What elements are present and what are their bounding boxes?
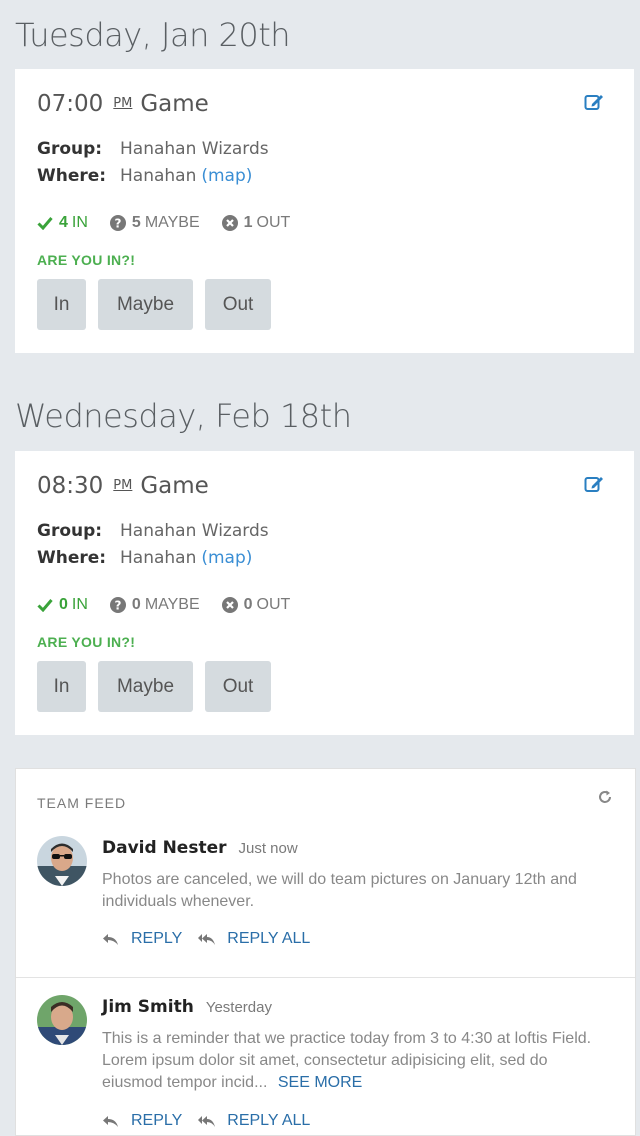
event-card: 08:30 PM Game Group: Hanahan Wizards Whe… (15, 451, 634, 735)
date-heading: Tuesday, Jan 20th (15, 16, 291, 54)
post-divider (16, 977, 635, 978)
where-label: Where: (37, 548, 107, 568)
post-actions: REPLY REPLY ALL (102, 930, 326, 948)
maybe-button[interactable]: Maybe (98, 661, 193, 712)
edit-icon[interactable] (584, 475, 604, 493)
avatar (37, 995, 87, 1045)
where-value: Hanahan (120, 548, 197, 568)
x-circle-icon (221, 597, 238, 613)
post-time: Yesterday (205, 999, 272, 1016)
team-feed: TEAM FEED David Nester Just now Photos a… (15, 768, 636, 1136)
post-body: This is a reminder that we practice toda… (102, 1028, 592, 1094)
event-card: 07:00 PM Game Group: Hanahan Wizards Whe… (15, 69, 634, 353)
in-button[interactable]: In (37, 279, 86, 330)
post-header: Jim Smith Yesterday (102, 997, 272, 1017)
event-ampm: PM (113, 478, 133, 493)
edit-icon[interactable] (584, 93, 604, 111)
post-author[interactable]: David Nester (102, 838, 227, 858)
check-icon (37, 598, 53, 612)
in-button[interactable]: In (37, 661, 86, 712)
event-name: Game (140, 473, 209, 499)
out-count: 1 OUT (221, 214, 290, 232)
event-ampm: PM (113, 96, 133, 111)
refresh-icon[interactable] (597, 789, 613, 805)
where-row: Where: Hanahan (map) (37, 166, 252, 186)
maybe-count: ? 0 MAYBE (109, 596, 200, 614)
where-label: Where: (37, 166, 107, 186)
rsvp-prompt: ARE YOU IN?! (37, 252, 136, 268)
post-time: Just now (238, 840, 298, 857)
post-body: Photos are canceled, we will do team pic… (102, 871, 577, 910)
reply-all-button[interactable]: REPLY ALL (198, 1112, 310, 1130)
group-value: Hanahan Wizards (120, 139, 269, 159)
where-value: Hanahan (120, 166, 197, 186)
see-more-link[interactable]: SEE MORE (278, 1074, 362, 1091)
maybe-button[interactable]: Maybe (98, 279, 193, 330)
reply-icon (103, 933, 118, 945)
event-title: 07:00 PM Game (37, 91, 209, 117)
event-title: 08:30 PM Game (37, 473, 209, 499)
event-name: Game (140, 91, 209, 117)
out-button[interactable]: Out (205, 279, 271, 330)
post-header: David Nester Just now (102, 838, 298, 858)
reply-button[interactable]: REPLY (102, 1112, 182, 1130)
svg-text:?: ? (114, 217, 121, 231)
x-circle-icon (221, 215, 238, 231)
rsvp-counts: 0 IN ? 0 MAYBE 0 OUT (37, 596, 312, 614)
check-icon (37, 216, 53, 230)
out-button[interactable]: Out (205, 661, 271, 712)
group-label: Group: (37, 139, 103, 159)
feed-title: TEAM FEED (37, 795, 127, 811)
post-author[interactable]: Jim Smith (102, 997, 194, 1017)
in-count: 4 IN (37, 214, 88, 232)
reply-icon (103, 1115, 118, 1127)
event-time: 08:30 (37, 473, 104, 499)
map-link[interactable]: (map) (201, 166, 252, 186)
reply-all-icon (198, 933, 216, 945)
maybe-count: ? 5 MAYBE (109, 214, 200, 232)
out-count: 0 OUT (221, 596, 290, 614)
reply-all-icon (198, 1115, 216, 1127)
post-actions: REPLY REPLY ALL (102, 1112, 326, 1130)
group-row: Group: Hanahan Wizards (37, 521, 269, 541)
where-row: Where: Hanahan (map) (37, 548, 252, 568)
rsvp-prompt: ARE YOU IN?! (37, 634, 136, 650)
reply-button[interactable]: REPLY (102, 930, 182, 948)
group-label: Group: (37, 521, 103, 541)
avatar (37, 836, 87, 886)
in-count: 0 IN (37, 596, 88, 614)
map-link[interactable]: (map) (201, 548, 252, 568)
rsvp-counts: 4 IN ? 5 MAYBE 1 OUT (37, 214, 312, 232)
reply-all-button[interactable]: REPLY ALL (198, 930, 310, 948)
event-time: 07:00 (37, 91, 104, 117)
group-value: Hanahan Wizards (120, 521, 269, 541)
group-row: Group: Hanahan Wizards (37, 139, 269, 159)
svg-text:?: ? (114, 599, 121, 613)
question-icon: ? (109, 215, 126, 231)
date-heading: Wednesday, Feb 18th (15, 397, 352, 435)
question-icon: ? (109, 597, 126, 613)
